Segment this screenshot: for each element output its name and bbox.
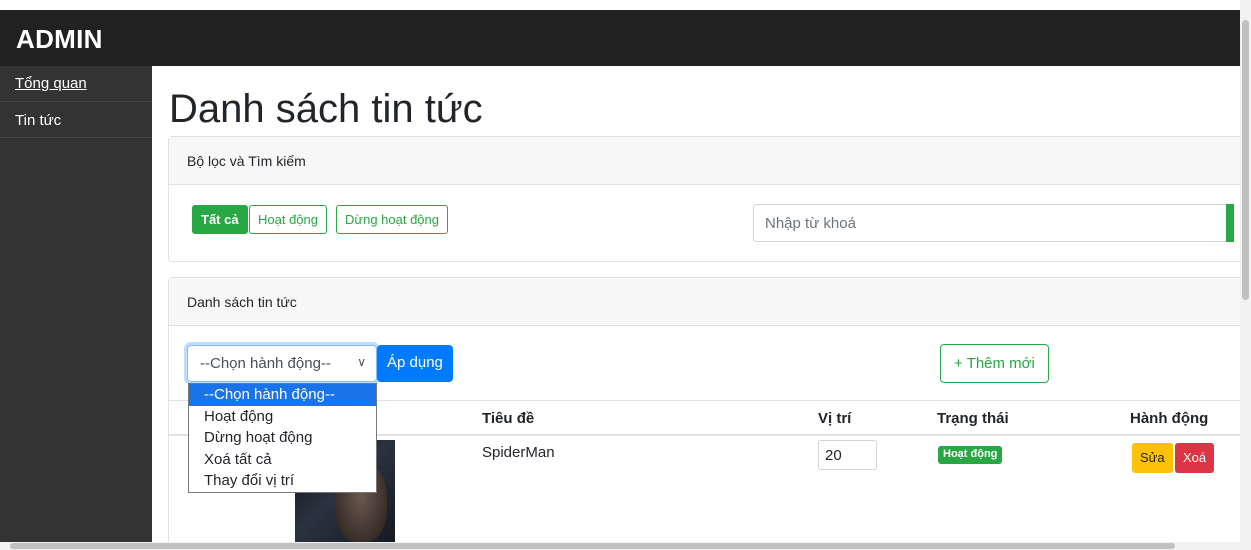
edit-button[interactable]: Sửa — [1132, 443, 1173, 473]
position-input[interactable] — [818, 440, 877, 470]
page-title: Danh sách tin tức — [169, 87, 483, 131]
column-header-status: Trạng thái — [937, 410, 1009, 427]
action-select-dropdown: --Chọn hành động-- Hoạt động Dừng hoạt đ… — [188, 383, 377, 493]
horizontal-scrollbar-thumb[interactable] — [10, 543, 1175, 549]
dropdown-option-change-position[interactable]: Thay đổi vị trí — [189, 470, 376, 492]
action-select-value: --Chọn hành động-- — [200, 355, 331, 372]
filter-card: Bộ lọc và Tìm kiếm Tất cả Hoạt động Dừng… — [168, 136, 1240, 262]
sidebar-item-news[interactable]: Tin tức — [0, 102, 152, 138]
dropdown-option-active[interactable]: Hoạt động — [189, 406, 376, 428]
list-card-header: Danh sách tin tức — [169, 278, 1240, 326]
status-badge[interactable]: Hoạt động — [938, 446, 1003, 464]
apply-button[interactable]: Áp dụng — [377, 345, 453, 382]
vertical-scrollbar[interactable] — [1240, 0, 1251, 550]
dropdown-option-choose[interactable]: --Chọn hành động-- — [189, 384, 376, 406]
sidebar: Tổng quan Tin tức — [0, 66, 152, 550]
top-strip — [0, 0, 1240, 10]
search-button[interactable] — [1226, 204, 1234, 242]
filter-all-button[interactable]: Tất cả — [192, 205, 248, 234]
add-new-button[interactable]: + Thêm mới — [940, 344, 1049, 383]
app-header: ADMIN — [0, 10, 1240, 66]
column-header-actions: Hành động — [1130, 410, 1209, 427]
column-header-position: Vị trí — [818, 410, 852, 427]
dropdown-option-inactive[interactable]: Dừng hoạt động — [189, 427, 376, 449]
search-input[interactable] — [753, 204, 1233, 242]
action-select[interactable]: --Chọn hành động-- ∨ — [187, 345, 377, 382]
horizontal-scrollbar[interactable] — [0, 542, 1240, 550]
filter-inactive-button[interactable]: Dừng hoạt động — [336, 205, 448, 234]
chevron-down-icon: ∨ — [357, 355, 366, 369]
sidebar-item-overview[interactable]: Tổng quan — [0, 66, 152, 102]
brand-logo[interactable]: ADMIN — [16, 24, 103, 55]
delete-button[interactable]: Xoá — [1175, 443, 1215, 473]
column-header-title: Tiêu đề — [482, 410, 535, 427]
row-title: SpiderMan — [482, 444, 555, 461]
filter-active-button[interactable]: Hoạt động — [249, 205, 327, 234]
dropdown-option-delete-all[interactable]: Xoá tất cả — [189, 449, 376, 471]
vertical-scrollbar-thumb[interactable] — [1242, 20, 1249, 300]
filter-card-header: Bộ lọc và Tìm kiếm — [169, 137, 1240, 185]
